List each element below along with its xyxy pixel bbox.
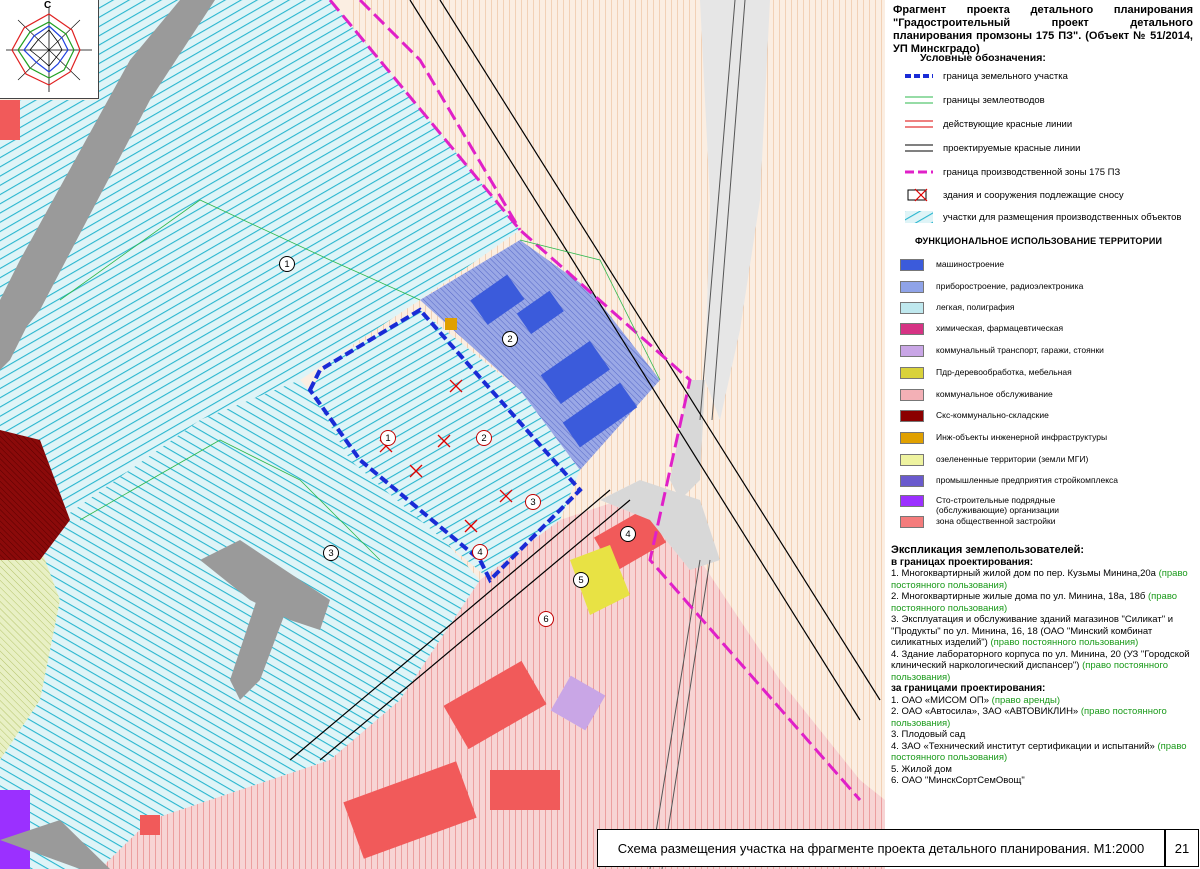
swatch-icon	[900, 323, 924, 335]
blue-dashed-line-icon	[905, 74, 933, 78]
magenta-dashed-line-icon	[905, 170, 933, 174]
swatch-icon	[900, 345, 924, 357]
functional-item: озелененные территории (земли МГИ)	[900, 454, 1136, 470]
swatch-icon	[900, 367, 924, 379]
cyan-hatch-icon	[905, 211, 933, 223]
explication-item: 3. Эксплуатация и обслуживание зданий ма…	[891, 614, 1174, 648]
swatch-icon	[900, 432, 924, 444]
map-marker[interactable]: 6	[538, 611, 554, 627]
map-marker[interactable]: 3	[525, 494, 541, 510]
wind-rose-icon	[6, 8, 92, 92]
functional-item: промышленные предприятия стройкомплекса	[900, 475, 1136, 491]
map-marker[interactable]: 3	[323, 545, 339, 561]
black-line-icon	[905, 144, 933, 152]
swatch-icon	[900, 475, 924, 487]
functional-item: машиностроение	[900, 259, 1136, 275]
explication-heading: Экспликация землепользователей:	[891, 544, 1085, 556]
swatch-icon	[900, 410, 924, 422]
explication-item: 1. Многоквартирный жилой дом по пер. Куз…	[891, 568, 1188, 591]
functional-item: коммунальное обслуживание	[900, 389, 1136, 405]
green-line-icon	[905, 96, 933, 104]
inside-heading: в границах проектирования:	[891, 556, 1034, 568]
functional-heading: ФУНКЦИОНАЛЬНОЕ ИСПОЛЬЗОВАНИЕ ТЕРРИТОРИИ	[915, 236, 1163, 246]
explication-item: 2. Многоквартирные жилые дома по ул. Мин…	[891, 591, 1178, 614]
explication-item: 3. Плодовый сад	[891, 729, 966, 740]
legend-item-red-lines: действующие красные линии	[905, 115, 1072, 133]
legend-item-planned-red-lines: проектируемые красные линии	[905, 139, 1080, 157]
map-title: Фрагмент проекта детального планирования…	[893, 4, 1193, 55]
legend-heading: Условные обозначения:	[920, 52, 1046, 64]
map-marker[interactable]: 4	[472, 544, 488, 560]
legend-item-industrial-sites: участки для размещения производственных …	[905, 208, 1181, 226]
map-marker[interactable]: 2	[502, 331, 518, 347]
swatch-icon	[900, 389, 924, 401]
legend-item-production-zone: граница производственной зоны 175 ПЗ	[905, 163, 1120, 181]
compass-north-label: С	[44, 0, 52, 11]
map-marker[interactable]: 1	[380, 430, 396, 446]
explication-item: 6. ОАО "МинскСортСемОвощ"	[891, 775, 1025, 786]
map-marker[interactable]: 1	[279, 256, 295, 272]
map-caption: Схема размещения участка на фрагменте пр…	[597, 829, 1165, 867]
map-marker[interactable]: 4	[620, 526, 636, 542]
explication: Экспликация землепользователей: в границ…	[891, 544, 1196, 787]
swatch-icon	[900, 495, 924, 507]
swatch-icon	[900, 281, 924, 293]
explication-item: 2. ОАО «Автосила», ЗАО «АВТОВИКЛИН» (пра…	[891, 706, 1167, 729]
page-number: 21	[1165, 829, 1199, 867]
legend-item-land-allotment: границы землеотводов	[905, 91, 1045, 109]
swatch-icon	[900, 302, 924, 314]
functional-item: Скс-коммунально-складские	[900, 410, 1136, 426]
legend-item-plot-boundary: граница земельного участка	[905, 67, 1068, 85]
functional-item: приборостроение, радиоэлектроника	[900, 281, 1136, 297]
explication-item: 1. ОАО «МИСОМ ОП» (право аренды)	[891, 694, 1061, 706]
outside-heading: за границами проектирования:	[891, 683, 1046, 694]
explication-item: 4. Здание лабораторного корпуса по ул. М…	[891, 648, 1190, 683]
functional-item: коммунальный транспорт, гаражи, стоянки	[900, 345, 1136, 361]
functional-item: зона общественной застройки	[900, 516, 1136, 532]
red-line-icon	[905, 120, 933, 128]
functional-item: Сто-строительные подрядные (обслуживающи…	[900, 495, 1116, 515]
map-marker[interactable]: 5	[573, 572, 589, 588]
swatch-icon	[900, 454, 924, 466]
functional-item: Пдр-деревообработка, мебельная	[900, 367, 1136, 383]
swatch-icon	[900, 516, 924, 528]
explication-item: 5. Жилой дом	[891, 763, 952, 775]
functional-item: легкая, полиграфия	[900, 302, 1136, 318]
explication-item: 4. ЗАО «Технический институт сертификаци…	[891, 740, 1187, 764]
map-marker[interactable]: 2	[476, 430, 492, 446]
swatch-icon	[900, 259, 924, 271]
legend-item-demolition: здания и сооружения подлежащие сносу	[905, 186, 1124, 204]
demolition-cross-icon	[907, 188, 928, 202]
functional-item: Инж-объекты инженерной инфраструктуры	[900, 432, 1136, 448]
compass-rose: С	[0, 0, 99, 99]
functional-item: химическая, фармацевтическая	[900, 323, 1136, 339]
